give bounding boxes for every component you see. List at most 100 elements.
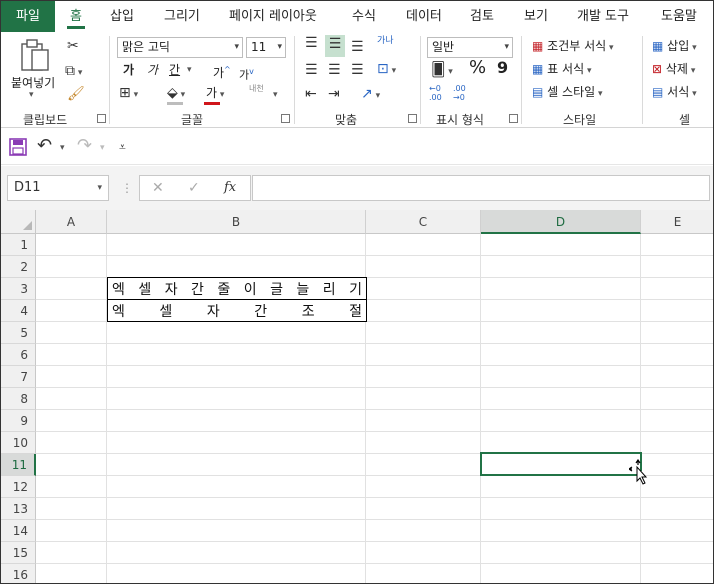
cancel-icon[interactable]: ✕ [152, 179, 164, 197]
format-painter-icon[interactable]: 🖌 [67, 85, 85, 103]
customize-qat-icon[interactable]: ⩡ [119, 138, 126, 156]
align-top-icon[interactable]: ☰ [305, 34, 318, 52]
comma-style-button[interactable]: 9 [497, 59, 508, 77]
number-format-select[interactable]: 일반 ▾ [427, 37, 513, 58]
clipboard-group-label: 클립보드 [23, 113, 68, 127]
bold-button[interactable]: 가 [123, 61, 134, 79]
cell-b3[interactable]: 엑셀자간줄이글늘리기 [107, 277, 367, 300]
cell-styles-button[interactable]: ▤ 셀 스타일 ▾ [532, 83, 603, 103]
row-header-12[interactable]: 12 [1, 476, 36, 498]
column-header-d[interactable]: D [481, 210, 641, 234]
delete-cells-label: 삭제 [665, 62, 688, 76]
name-box[interactable]: D11 ▾ [7, 175, 109, 201]
align-left-icon[interactable]: ☰ [305, 61, 318, 79]
undo-icon[interactable]: ↶ [37, 137, 52, 155]
merge-center-icon[interactable]: ⊡ ▾ [377, 60, 396, 80]
row-header-1[interactable]: 1 [1, 234, 36, 256]
ribbon-home: 붙여넣기 ▾ ✂ ⧉ ▾ 🖌 클립보드 맑은 고딕 ▾ 11 ▾ 가 가 간 ▾ 가… [1, 32, 713, 128]
active-cell-d11[interactable] [480, 452, 642, 476]
cut-icon[interactable]: ✂ [67, 37, 79, 55]
tab-insert[interactable]: 삽입 [110, 1, 134, 32]
tab-view[interactable]: 보기 [524, 1, 548, 32]
row-gridline [36, 431, 713, 432]
align-right-icon[interactable]: ☰ [351, 61, 364, 79]
format-cells-button[interactable]: ▤ 서식 ▾ [652, 83, 697, 103]
tab-file[interactable]: 파일 [1, 1, 55, 32]
tab-data[interactable]: 데이터 [406, 1, 442, 32]
paste-button[interactable]: 붙여넣기 ▾ [7, 36, 63, 104]
copy-icon[interactable]: ⧉ ▾ [65, 62, 82, 82]
borders-icon[interactable]: ⊞ ▾ [119, 84, 138, 104]
font-color-bar [204, 102, 220, 105]
shrink-font-button[interactable]: 가v [239, 63, 254, 85]
conditional-formatting-button[interactable]: ▦ 조건부 서식 ▾ [532, 37, 614, 57]
align-bottom-icon[interactable]: ☰ [351, 38, 364, 56]
excel-window: 파일 홈 삽입 그리기 페이지 레이아웃 수식 데이터 검토 보기 개발 도구 … [0, 0, 714, 584]
worksheet-grid[interactable]: A B C D E 1 2 3 4 5 6 7 8 9 10 11 12 13 14 15 16 엑셀자간줄이… [1, 210, 713, 583]
row-header-16[interactable]: 16 [1, 564, 36, 583]
accounting-format-icon[interactable]: 🂠 ▾ [431, 61, 453, 81]
underline-button[interactable]: 간 [169, 61, 180, 79]
phonetic-button[interactable]: 내천 [249, 84, 267, 94]
row-header-3[interactable]: 3 [1, 278, 36, 300]
percent-style-button[interactable]: % [469, 59, 486, 77]
clipboard-launcher-icon[interactable] [97, 114, 106, 123]
row-header-8[interactable]: 8 [1, 388, 36, 410]
enter-icon[interactable]: ✓ [188, 179, 200, 197]
grow-font-button[interactable]: 가^ [213, 61, 231, 82]
column-header-e[interactable]: E [641, 210, 713, 234]
font-launcher-icon[interactable] [281, 114, 290, 123]
delete-cells-button[interactable]: ⊠ 삭제 ▾ [652, 60, 695, 80]
save-icon[interactable] [9, 138, 27, 156]
orientation-icon[interactable]: ↗ ▾ [361, 85, 380, 105]
chevron-down-icon[interactable]: ▾ [187, 65, 192, 75]
italic-button[interactable]: 가 [147, 61, 158, 79]
insert-cells-button[interactable]: ▦ 삽입 ▾ [652, 37, 697, 57]
column-header-c[interactable]: C [366, 210, 481, 234]
increase-indent-icon[interactable]: ⇥ [328, 85, 340, 103]
row-header-6[interactable]: 6 [1, 344, 36, 366]
undo-dropdown-icon[interactable]: ▾ [60, 143, 65, 153]
tab-home[interactable]: 홈 [67, 1, 85, 32]
row-header-11[interactable]: 11 [1, 454, 36, 476]
font-color-button[interactable]: 가 ▾ [206, 84, 224, 104]
row-header-15[interactable]: 15 [1, 542, 36, 564]
row-header-10[interactable]: 10 [1, 432, 36, 454]
decrease-decimal-button[interactable]: .00 →0 [453, 84, 475, 102]
row-header-7[interactable]: 7 [1, 366, 36, 388]
fill-color-icon[interactable]: ⬙ ▾ [167, 84, 185, 104]
tab-help[interactable]: 도움말 [661, 1, 697, 32]
cell-b4[interactable]: 엑셀자간조절 [107, 299, 367, 322]
row-header-4[interactable]: 4 [1, 300, 36, 322]
row-header-5[interactable]: 5 [1, 322, 36, 344]
column-header-b[interactable]: B [107, 210, 366, 234]
align-middle-icon[interactable]: ☰ [325, 35, 345, 57]
tab-review[interactable]: 검토 [470, 1, 494, 32]
row-header-14[interactable]: 14 [1, 520, 36, 542]
fill-color-bar [167, 102, 183, 105]
decrease-indent-icon[interactable]: ⇤ [305, 85, 317, 103]
wrap-text-button[interactable]: 가나 [377, 36, 394, 46]
row-header-2[interactable]: 2 [1, 256, 36, 278]
font-name-select[interactable]: 맑은 고딕 ▾ [117, 37, 243, 58]
number-launcher-icon[interactable] [509, 114, 518, 123]
redo-dropdown-icon[interactable]: ▾ [100, 143, 105, 153]
redo-icon[interactable]: ↷ [77, 137, 92, 155]
tab-page-layout[interactable]: 페이지 레이아웃 [229, 1, 317, 32]
column-header-a[interactable]: A [36, 210, 107, 234]
row-header-13[interactable]: 13 [1, 498, 36, 520]
tab-formulas[interactable]: 수식 [352, 1, 376, 32]
format-as-table-label: 표 서식 [547, 62, 585, 76]
formula-input[interactable] [252, 175, 710, 201]
align-center-icon[interactable]: ☰ [328, 61, 341, 79]
alignment-launcher-icon[interactable] [408, 114, 417, 123]
format-as-table-button[interactable]: ▦ 표 서식 ▾ [532, 60, 592, 80]
tab-draw[interactable]: 그리기 [164, 1, 200, 32]
insert-function-icon[interactable]: fx [224, 179, 236, 197]
select-all-button[interactable] [1, 210, 36, 234]
font-size-select[interactable]: 11 ▾ [246, 37, 286, 58]
tab-developer[interactable]: 개발 도구 [577, 1, 629, 32]
chevron-down-icon[interactable]: ▾ [273, 90, 278, 100]
increase-decimal-button[interactable]: ←0 .00 [429, 84, 451, 102]
row-header-9[interactable]: 9 [1, 410, 36, 432]
